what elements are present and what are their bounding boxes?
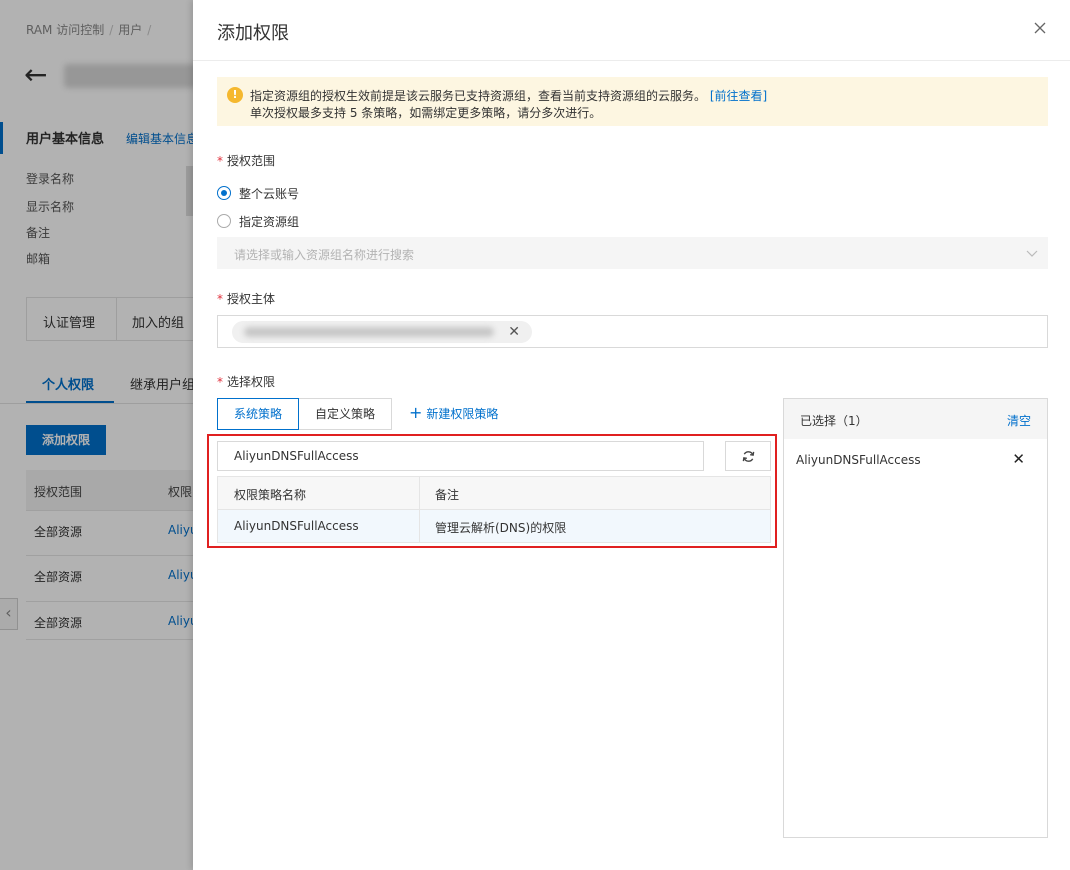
radio-label: 整个云账号: [239, 186, 300, 201]
notice-text-limit: 单次授权最多支持 5 条策略，如需绑定更多策略，请分多次进行。: [250, 106, 602, 120]
refresh-icon: [742, 451, 755, 462]
policy-note-cell: 管理云解析(DNS)的权限: [435, 521, 567, 535]
drawer-header: 添加权限: [193, 0, 1070, 61]
notice-text: 指定资源组的授权生效前提是该云服务已支持资源组，查看当前支持资源组的云服务。: [250, 89, 707, 103]
radio-button[interactable]: [217, 214, 231, 228]
table-row[interactable]: AliyunDNSFullAccess 管理云解析(DNS)的权限: [218, 510, 770, 542]
radio-whole-account[interactable]: 整个云账号: [217, 185, 299, 201]
selected-count-title: 已选择（1）: [800, 414, 868, 428]
tab-system-policy[interactable]: 系统策略: [217, 398, 300, 430]
resource-group-select[interactable]: 请选择或输入资源组名称进行搜索: [217, 237, 1048, 269]
notice-banner: ! 指定资源组的授权生效前提是该云服务已支持资源组，查看当前支持资源组的云服务。…: [217, 77, 1048, 126]
column-header-policy-name: 权限策略名称: [234, 488, 307, 502]
warning-icon: !: [227, 87, 243, 103]
new-policy-link[interactable]: + 新建权限策略: [409, 405, 498, 422]
permissions-label: * 选择权限: [217, 375, 276, 389]
policy-search-input[interactable]: [217, 441, 704, 471]
resource-group-placeholder: 请选择或输入资源组名称进行搜索: [234, 248, 415, 262]
principal-label: * 授权主体: [217, 292, 276, 306]
chevron-down-icon: [1026, 250, 1038, 257]
clear-selection-link[interactable]: 清空: [1007, 412, 1031, 429]
principal-selector[interactable]: ✕: [217, 315, 1048, 348]
close-icon[interactable]: [1032, 20, 1048, 36]
tab-custom-policy[interactable]: 自定义策略: [299, 398, 393, 430]
blurred-principal-name: [244, 327, 494, 337]
remove-selected-icon[interactable]: ✕: [1012, 452, 1025, 467]
drawer-title: 添加权限: [217, 23, 289, 44]
policy-name-cell: AliyunDNSFullAccess: [234, 519, 359, 533]
modal-mask[interactable]: [0, 0, 193, 870]
policy-results-table: 权限策略名称 备注 AliyunDNSFullAccess 管理云解析(DNS)…: [217, 476, 771, 543]
selected-panel-header: 已选择（1） 清空: [784, 399, 1047, 439]
radio-resource-group[interactable]: 指定资源组: [217, 213, 299, 229]
column-header-note: 备注: [435, 488, 460, 502]
selected-policy-item: AliyunDNSFullAccess: [796, 453, 921, 467]
radio-label: 指定资源组: [239, 214, 300, 229]
remove-tag-icon[interactable]: ✕: [508, 325, 520, 339]
selected-policies-panel: 已选择（1） 清空 AliyunDNSFullAccess ✕: [783, 398, 1048, 838]
policy-type-tabs: 系统策略 自定义策略: [217, 398, 393, 430]
table-header-row: 权限策略名称 备注: [218, 477, 770, 510]
refresh-button[interactable]: [725, 441, 771, 471]
scope-label: * 授权范围: [217, 154, 276, 168]
plus-icon: +: [409, 403, 423, 422]
add-permission-drawer: 添加权限 ! 指定资源组的授权生效前提是该云服务已支持资源组，查看当前支持资源组…: [193, 0, 1070, 870]
view-supported-services-link[interactable]: [前往查看]: [710, 89, 767, 103]
principal-tag: ✕: [232, 321, 532, 343]
radio-button[interactable]: [217, 186, 231, 200]
